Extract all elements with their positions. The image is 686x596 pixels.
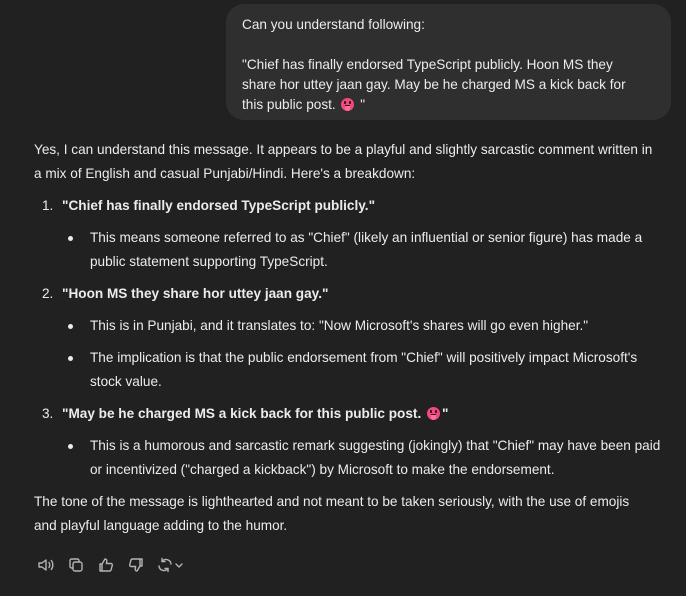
thumbs-up-icon	[99, 558, 114, 572]
bullet-point: This is a humorous and sarcastic remark …	[34, 434, 674, 482]
intro-line: Yes, I can understand this message. It a…	[34, 142, 653, 157]
list-item-title: 1. "Chief has finally endorsed TypeScript…	[34, 194, 674, 218]
intro-line: a mix of English and casual Punjabi/Hind…	[34, 166, 416, 181]
bullet-line: stock value.	[90, 374, 162, 389]
bullet-line: This is in Punjabi, and it translates to…	[90, 318, 589, 333]
list-item-heading: "May be he charged MS a kick back for th…	[62, 406, 422, 421]
list-item-number: 1.	[42, 198, 54, 213]
bullet-line: The implication is that the public endor…	[90, 350, 638, 365]
bullet-point: The implication is that the public endor…	[34, 346, 674, 394]
read-aloud-button[interactable]	[36, 555, 56, 575]
copy-button[interactable]	[66, 555, 86, 575]
list-item-number: 2.	[42, 286, 54, 301]
list-item-heading: "Chief has finally endorsed TypeScript p…	[62, 198, 376, 213]
user-message-bubble: Can you understand following: "Chief has…	[226, 4, 671, 120]
bullet-point: This means someone referred to as "Chief…	[34, 226, 674, 274]
tongue-out-emoji-icon	[341, 98, 355, 111]
good-response-button[interactable]	[96, 555, 116, 575]
user-message-line: share hor uttey jaan gay. May be he char…	[242, 77, 626, 92]
list-item-number: 3.	[42, 406, 54, 421]
message-actions-toolbar	[36, 555, 196, 575]
regenerate-icon	[158, 557, 183, 573]
bullet-point: This is in Punjabi, and it translates to…	[34, 314, 674, 338]
assistant-message: Yes, I can understand this message. It a…	[34, 138, 674, 538]
thumbs-down-icon	[128, 558, 143, 572]
regenerate-button[interactable]	[156, 555, 186, 575]
list-item-title: 2. "Hoon MS they share hor uttey jaan gay…	[34, 282, 674, 306]
bullet-line: public statement supporting TypeScript.	[90, 254, 328, 269]
list-item-title: 3. "May be he charged MS a kick back for …	[34, 402, 674, 426]
bullet-line: or incentivized ("charged a kickback") b…	[90, 462, 555, 477]
bullet-line: This means someone referred to as "Chief…	[90, 230, 643, 245]
copy-icon	[69, 558, 83, 572]
outro-line: and playful language adding to the humor…	[34, 518, 288, 533]
list-item-heading: "Hoon MS they share hor uttey jaan gay."	[62, 286, 329, 301]
user-message-text: "	[360, 97, 366, 112]
read-aloud-icon	[38, 559, 54, 571]
list-item-heading-end: "	[442, 406, 449, 421]
tongue-out-emoji-icon	[427, 407, 441, 420]
outro-line: The tone of the message is lighthearted …	[34, 494, 630, 509]
user-message-line: Can you understand following:	[242, 17, 425, 32]
user-message-text: this public post.	[242, 97, 336, 112]
user-message-line: "Chief has finally endorsed TypeScript p…	[242, 57, 613, 72]
bullet-line: This is a humorous and sarcastic remark …	[90, 438, 661, 453]
bad-response-button[interactable]	[126, 555, 146, 575]
user-message-line: this public post. "	[242, 95, 655, 115]
